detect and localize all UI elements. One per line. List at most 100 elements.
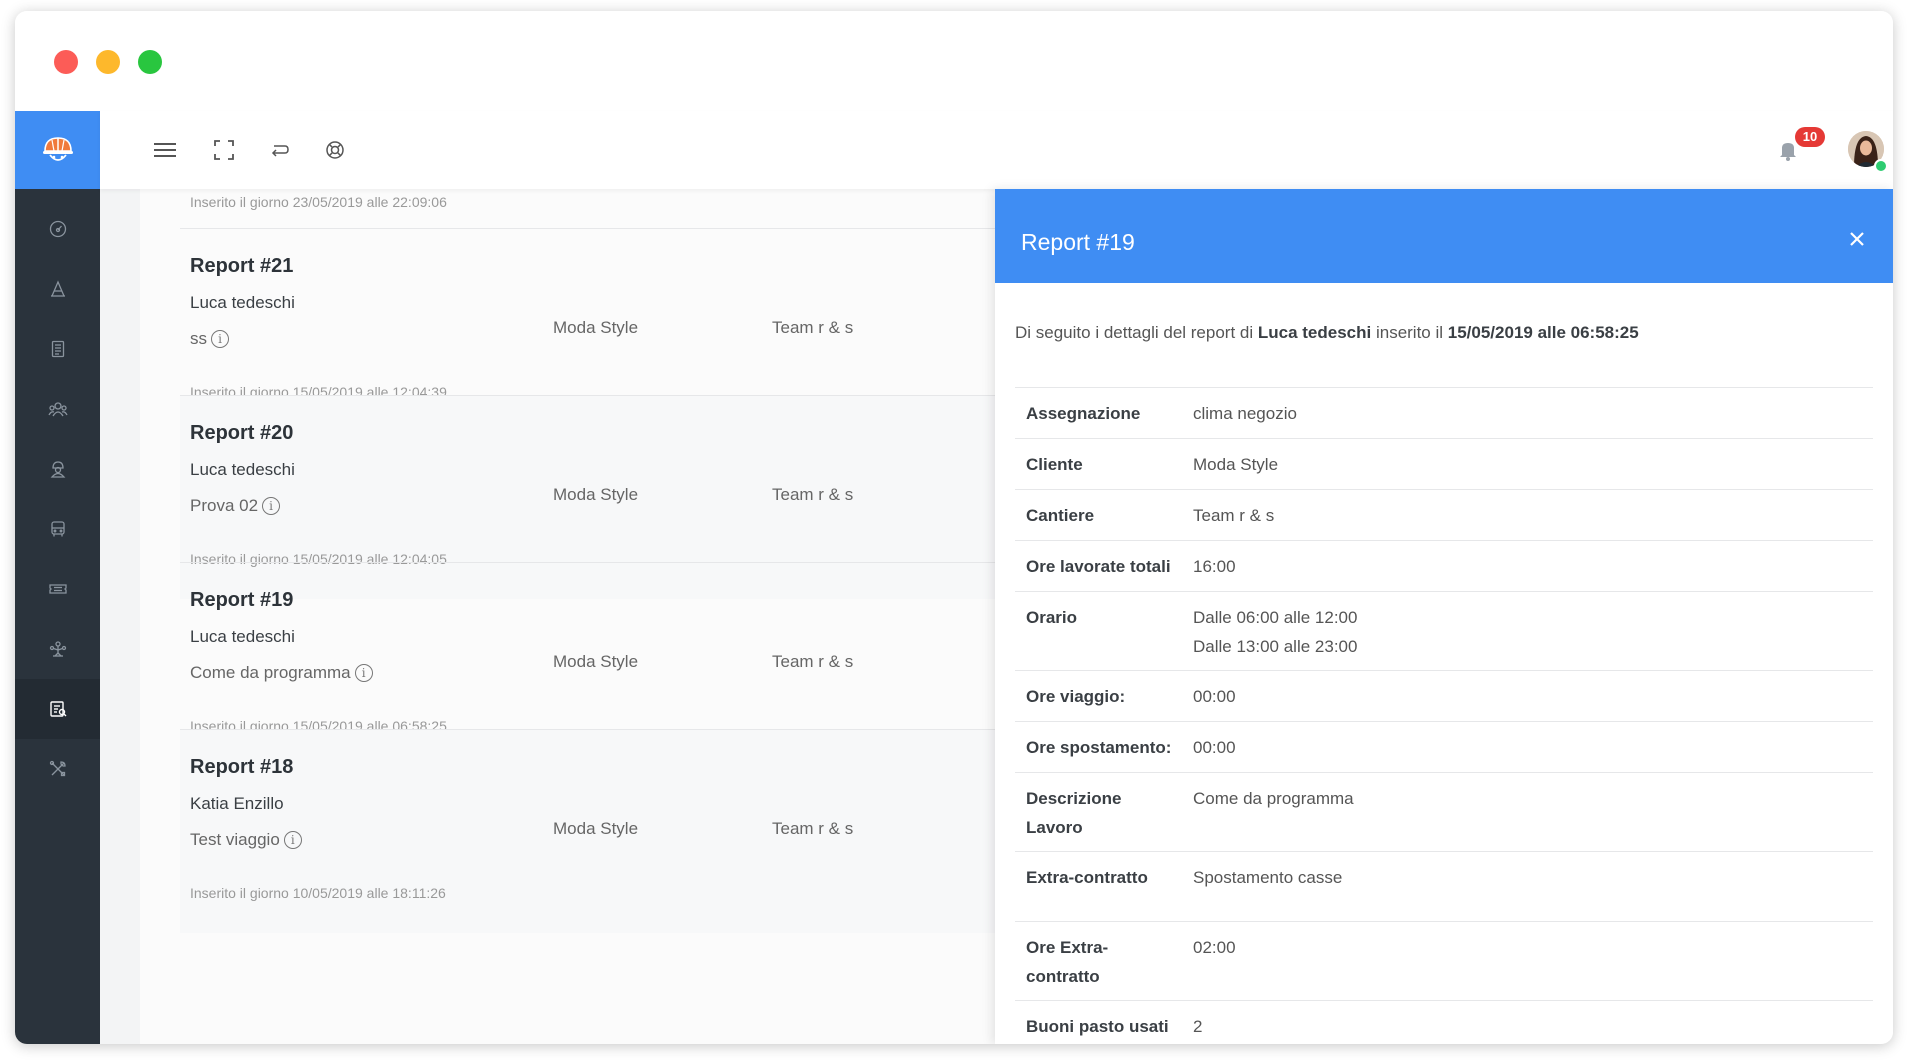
detail-value-second-line: Dalle 13:00 alle 23:00: [1193, 637, 1358, 656]
report-date: Inserito il giorno 10/05/2019 alle 18:11…: [190, 885, 446, 901]
brand-logo[interactable]: [15, 111, 100, 189]
detail-label: Ore spostamento:: [1026, 738, 1172, 757]
detail-row-ore-viaggio: Ore viaggio: 00:00: [1015, 670, 1873, 722]
report-client: Moda Style: [553, 652, 639, 671]
detail-value: 2: [1193, 1017, 1203, 1036]
report-description-text: ss: [190, 329, 207, 348]
sidebar-item-team[interactable]: [15, 379, 100, 439]
report-icon: [49, 701, 66, 717]
detail-value: 02:00: [1193, 938, 1236, 957]
report-site: Team r & s: [772, 485, 854, 504]
sidebar-item-tickets[interactable]: [15, 559, 100, 619]
sidebar-item-structure[interactable]: [15, 619, 100, 679]
info-icon[interactable]: i: [283, 831, 302, 849]
report-description-text: Prova 02: [190, 496, 259, 515]
close-panel-button[interactable]: [1844, 226, 1870, 252]
panel-intro: Di seguito i dettagli del report di Luca…: [1015, 323, 1639, 343]
detail-value: Spostamento casse: [1193, 868, 1343, 887]
intro-datetime: 15/05/2019 alle 06:58:25: [1447, 323, 1639, 342]
worker-icon: [50, 461, 65, 478]
table-row[interactable]: Report #18 Katia Enzillo Test viaggio i I…: [180, 729, 995, 933]
app-window: 10 Inserito il giorno 23/05/2019 alle 22…: [15, 11, 1893, 1044]
detail-label: Assegnazione: [1026, 404, 1141, 423]
maximize-window-button[interactable]: [138, 50, 162, 74]
close-window-button[interactable]: [54, 50, 78, 74]
report-client: Moda Style: [553, 485, 639, 504]
detail-row-buoni-pasto: Buoni pasto usati 2: [1015, 1000, 1873, 1044]
report-title: Report #21: [190, 255, 294, 277]
close-icon: [1850, 232, 1864, 246]
sidebar-item-reports[interactable]: [15, 679, 100, 739]
report-user: Luca tedeschi: [190, 627, 295, 646]
detail-label: Extra-contratto: [1026, 868, 1148, 887]
detail-row-ore-spostamento: Ore spostamento: 00:00: [1015, 721, 1873, 773]
sidebar-item-typography[interactable]: [15, 259, 100, 319]
detail-label: Buoni pasto usati: [1026, 1017, 1169, 1036]
report-title: Report #19: [190, 589, 294, 611]
detail-value: Come da programma: [1193, 789, 1354, 808]
detail-row-ore-extra: Ore Extra- contratto 02:00: [1015, 921, 1873, 1001]
report-site: Team r & s: [772, 819, 854, 838]
detail-label-second-line: Lavoro: [1026, 818, 1083, 837]
detail-row-extra-contratto: Extra-contratto Spostamento casse: [1015, 851, 1873, 922]
detail-row-orario: Orario Dalle 06:00 alle 12:00 Dalle 13:0…: [1015, 591, 1873, 671]
reports-list: Inserito il giorno 23/05/2019 alle 22:09…: [140, 189, 995, 1044]
bus-icon: [50, 521, 65, 537]
sidebar-item-tools[interactable]: [15, 739, 100, 799]
panel-header: Report #19: [995, 189, 1893, 283]
fullscreen-button[interactable]: [211, 137, 237, 163]
detail-label: Descrizione: [1026, 789, 1122, 808]
detail-row-ore-lavorate: Ore lavorate totali 16:00: [1015, 540, 1873, 592]
gauge-icon: [49, 220, 66, 238]
detail-label: Ore viaggio:: [1026, 687, 1126, 706]
info-icon[interactable]: i: [211, 330, 229, 348]
fullscreen-icon: [214, 140, 234, 160]
report-title: Report #18: [190, 756, 294, 778]
detail-row-assegnazione: Assegnazione clima negozio: [1015, 387, 1873, 439]
detail-value: Team r & s: [1193, 506, 1275, 525]
report-description-text: Test viaggio: [190, 830, 280, 849]
detail-label: Ore lavorate totali: [1026, 557, 1171, 576]
report-description: Come da programma i: [190, 663, 373, 683]
title-bar: [15, 11, 1893, 111]
info-icon[interactable]: i: [262, 497, 281, 515]
report-detail-panel: Report #19 Di seguito i dettagli del rep…: [995, 189, 1893, 1044]
detail-row-cliente: Cliente Moda Style: [1015, 438, 1873, 490]
detail-row-descrizione: Descrizione Lavoro Come da programma: [1015, 772, 1873, 852]
info-icon[interactable]: i: [354, 664, 373, 682]
report-site: Team r & s: [772, 318, 854, 337]
report-client: Moda Style: [553, 819, 639, 838]
report-title: Report #20: [190, 422, 294, 444]
team-icon: [47, 402, 68, 417]
detail-value: Moda Style: [1193, 455, 1279, 474]
detail-label: Cliente: [1026, 455, 1083, 474]
helmet-logo-icon: [42, 137, 73, 161]
report-user: Katia Enzillo: [190, 794, 284, 813]
report-site: Team r & s: [772, 652, 854, 671]
report-description: ss i: [190, 329, 229, 349]
minimize-window-button[interactable]: [96, 50, 120, 74]
lifebuoy-icon: [326, 141, 344, 159]
sidebar-item-vehicles[interactable]: [15, 499, 100, 559]
hamburger-menu-icon: [154, 143, 176, 157]
report-description: Prova 02 i: [190, 496, 281, 516]
detail-label: Cantiere: [1026, 506, 1095, 525]
back-button[interactable]: [267, 137, 293, 163]
detail-value: 00:00: [1193, 687, 1236, 706]
report-user: Luca tedeschi: [190, 293, 295, 312]
detail-value: Dalle 06:00 alle 12:00: [1193, 608, 1358, 627]
detail-row-cantiere: Cantiere Team r & s: [1015, 489, 1873, 541]
reports-list-area: Inserito il giorno 23/05/2019 alle 22:09…: [100, 189, 995, 1044]
return-arrow-icon: [271, 145, 289, 157]
report-client: Moda Style: [553, 318, 639, 337]
menu-toggle-button[interactable]: [152, 137, 178, 163]
sidebar-item-documents[interactable]: [15, 319, 100, 379]
sidebar: [15, 111, 100, 1044]
detail-value: 00:00: [1193, 738, 1236, 757]
sidebar-item-workers[interactable]: [15, 439, 100, 499]
hierarchy-icon: [49, 641, 66, 657]
ticket-icon: [48, 584, 67, 594]
sidebar-item-dashboard[interactable]: [15, 199, 100, 259]
help-button[interactable]: [322, 137, 348, 163]
document-icon: [51, 340, 64, 358]
